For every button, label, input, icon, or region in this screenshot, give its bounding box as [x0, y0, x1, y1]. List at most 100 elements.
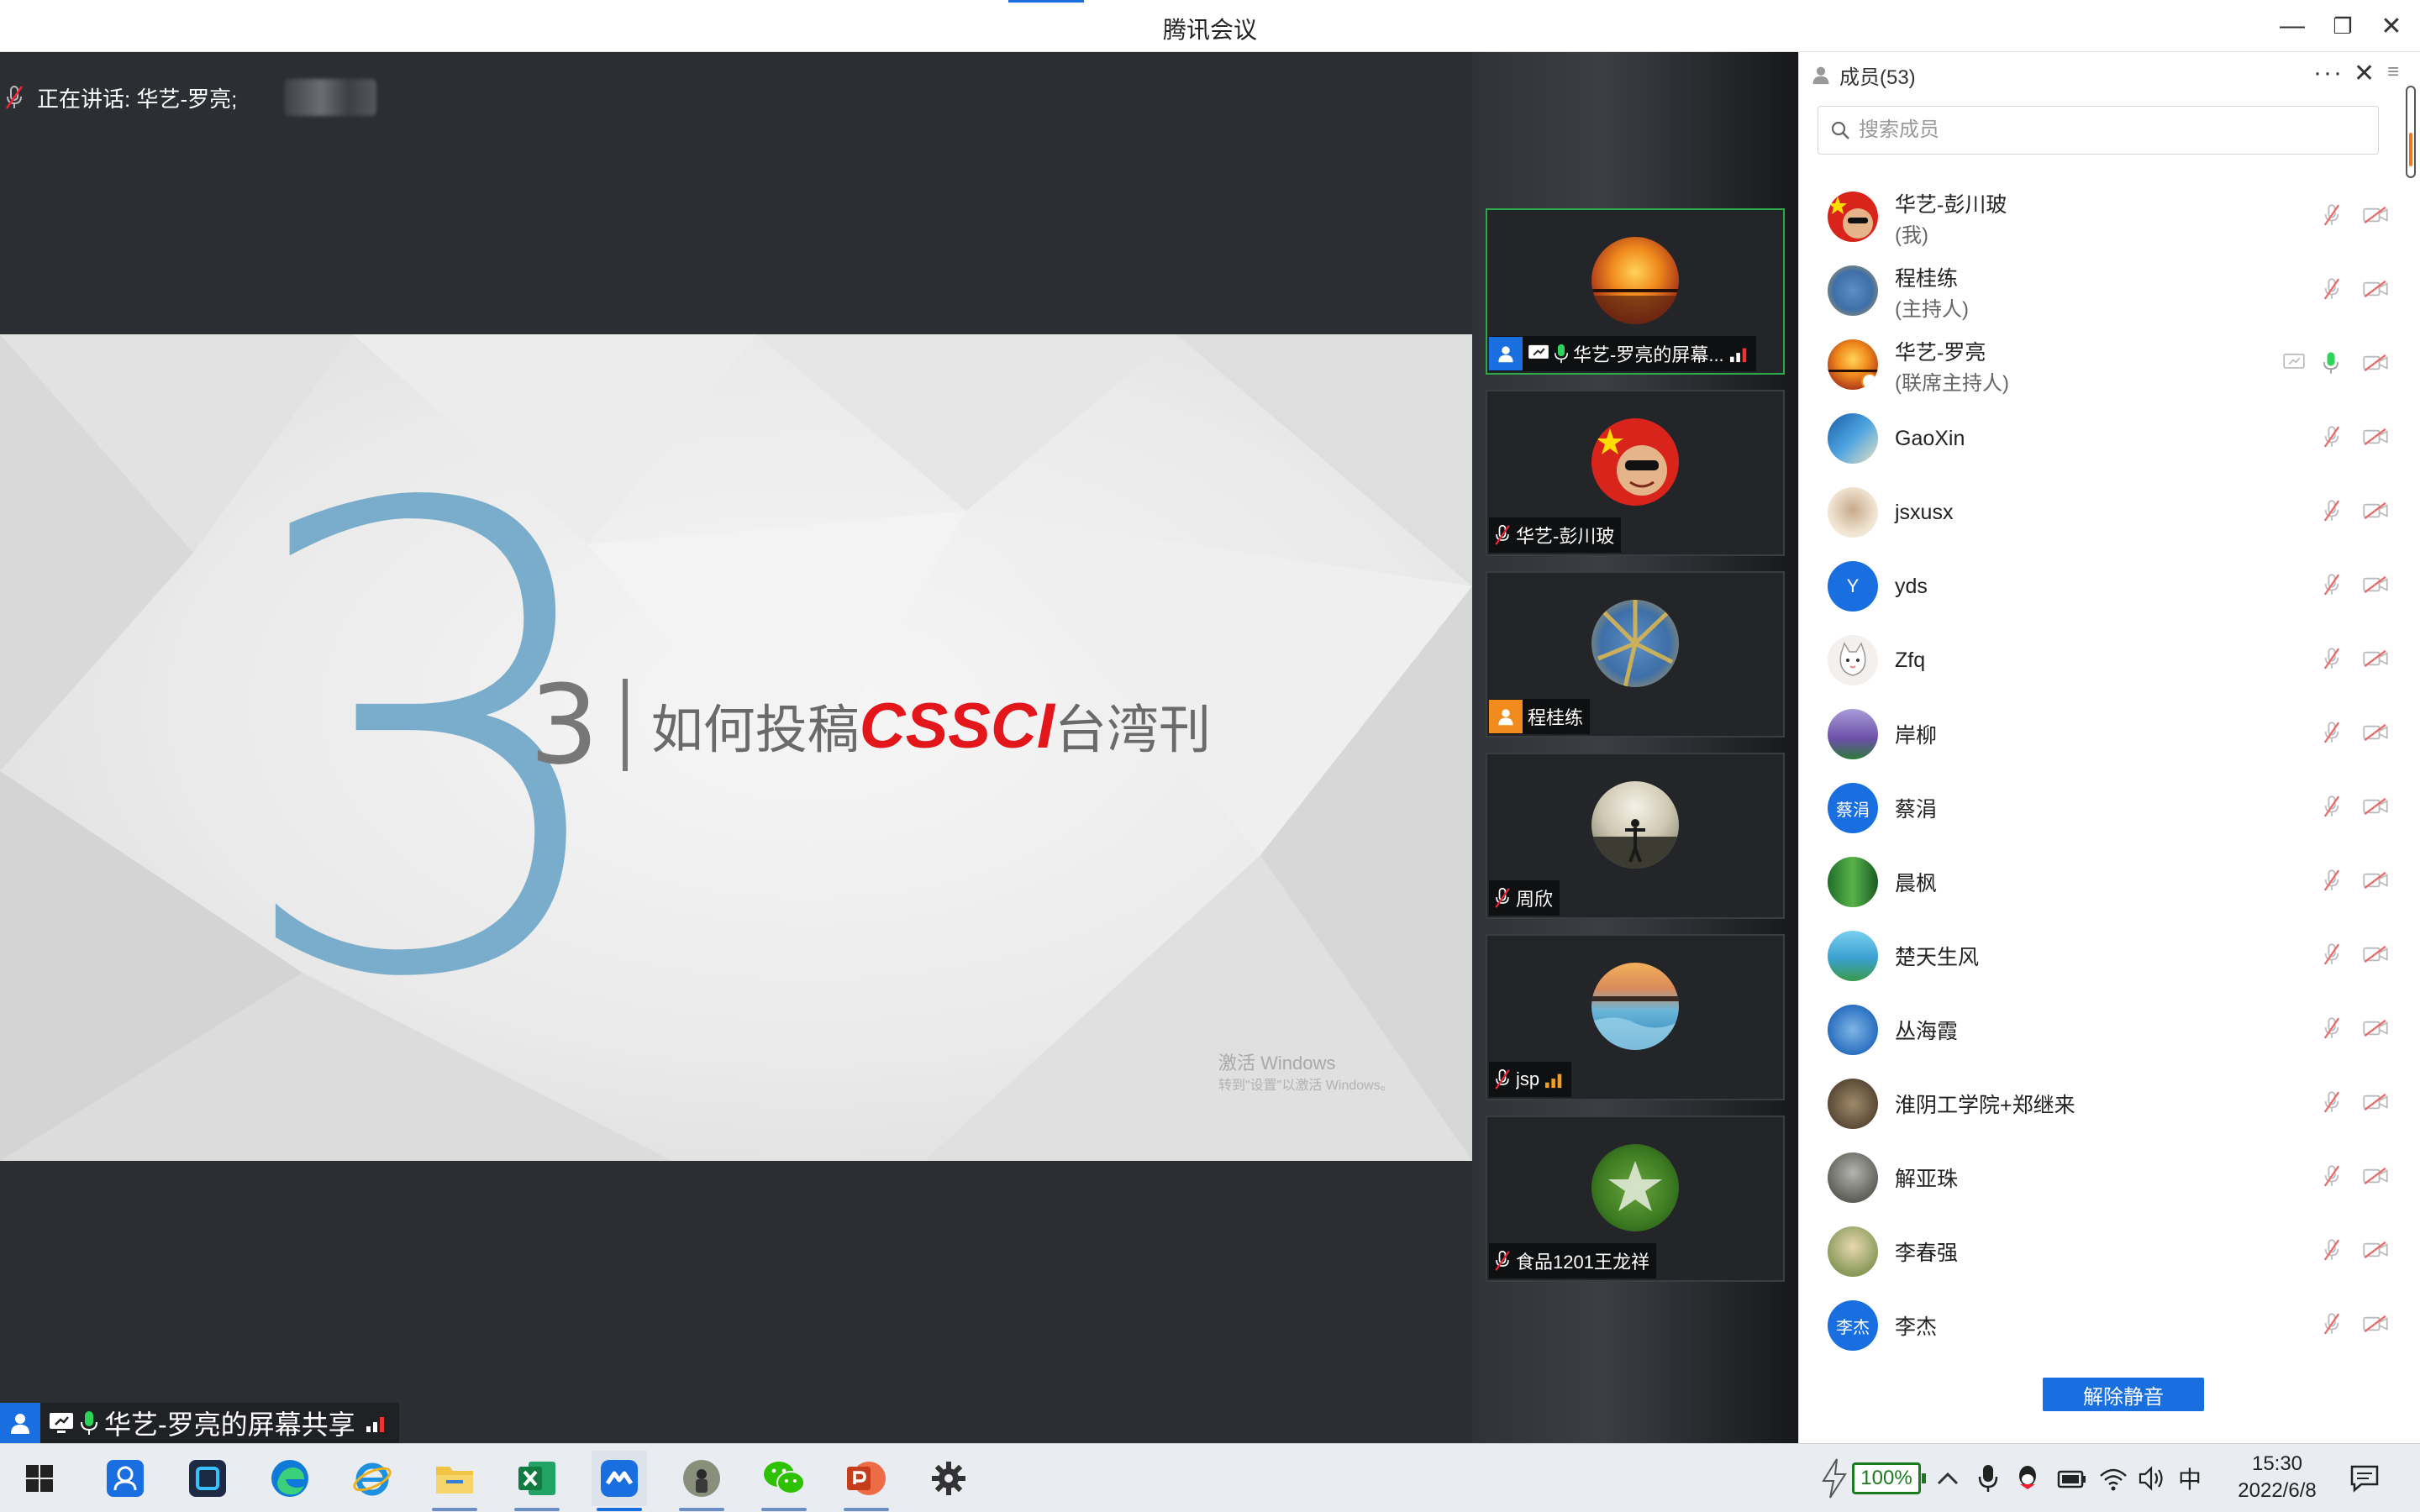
windows-icon: [26, 1465, 53, 1492]
member-row[interactable]: jsxusx: [1799, 475, 2420, 549]
close-button[interactable]: ✕: [2366, 8, 2417, 44]
member-row[interactable]: 程桂练 (主持人): [1799, 254, 2420, 328]
battery-indicator[interactable]: 100%: [1852, 1462, 1926, 1494]
member-row[interactable]: GaoXin: [1799, 402, 2420, 475]
camera-off-icon[interactable]: [2362, 1315, 2389, 1337]
qq-tray-icon[interactable]: [2015, 1444, 2040, 1512]
member-row[interactable]: 李杰 李杰: [1799, 1289, 2420, 1362]
video-tile[interactable]: 程桂练: [1486, 571, 1785, 738]
minimize-button[interactable]: —: [2267, 8, 2317, 44]
camera-off-icon[interactable]: [2362, 501, 2389, 524]
member-row[interactable]: 楚天生风: [1799, 919, 2420, 993]
camera-off-icon[interactable]: [2362, 206, 2389, 228]
speaker-avatar-blur: [284, 79, 377, 116]
camera-off-icon[interactable]: [2362, 871, 2389, 894]
camera-off-icon[interactable]: [2362, 1019, 2389, 1042]
restore-button[interactable]: ❐: [2317, 8, 2368, 44]
member-row[interactable]: 华艺-彭川玻 (我): [1799, 180, 2420, 254]
app-square-icon: [189, 1460, 226, 1497]
video-tile[interactable]: 华艺-彭川玻: [1486, 390, 1785, 556]
member-role: (我): [1895, 224, 1928, 247]
muted-mic-icon[interactable]: [2323, 721, 2340, 748]
tencent-meeting-icon: [601, 1460, 638, 1497]
taskbar-wechat-app[interactable]: [756, 1451, 812, 1511]
member-row[interactable]: 蔡涓 蔡涓: [1799, 771, 2420, 845]
taskbar-edge-app[interactable]: [262, 1451, 318, 1506]
member-row[interactable]: 李春强: [1799, 1215, 2420, 1289]
member-row[interactable]: Yyds: [1799, 549, 2420, 623]
member-row[interactable]: 晨枫: [1799, 845, 2420, 919]
taskbar-powerpoint-app[interactable]: [839, 1451, 894, 1511]
muted-mic-icon[interactable]: [2323, 1016, 2340, 1044]
taskbar-square-app[interactable]: [180, 1451, 235, 1506]
member-name: 华艺-彭川玻: [1895, 193, 2007, 217]
camera-off-icon[interactable]: [2362, 1167, 2389, 1189]
camera-off-icon[interactable]: [2362, 945, 2389, 968]
mic-active-icon[interactable]: [2323, 351, 2338, 379]
microphone-tray-icon[interactable]: [1978, 1444, 1998, 1512]
battery-tray-icon[interactable]: [2057, 1444, 2087, 1512]
camera-off-icon[interactable]: [2362, 649, 2389, 672]
taskbar-tencent-meeting[interactable]: [592, 1451, 647, 1511]
muted-mic-icon[interactable]: [2323, 499, 2340, 527]
volume-icon[interactable]: [2138, 1444, 2166, 1512]
panel-scrollbar[interactable]: [2406, 86, 2416, 178]
video-tile[interactable]: jsp: [1486, 934, 1785, 1100]
more-options-button[interactable]: ···: [2313, 59, 2344, 87]
participant-avatar: [1591, 237, 1679, 324]
member-row[interactable]: 解亚珠: [1799, 1141, 2420, 1215]
camera-off-icon[interactable]: [2362, 280, 2389, 302]
camera-off-icon[interactable]: [2362, 797, 2389, 820]
muted-mic-icon[interactable]: [2323, 425, 2340, 453]
muted-mic-icon[interactable]: [2323, 203, 2340, 231]
camera-off-icon[interactable]: [2362, 1241, 2389, 1263]
member-role: (联席主持人): [1895, 372, 2009, 395]
participant-name: jsp: [1516, 1068, 1540, 1089]
members-title: 成员(53): [1839, 66, 1916, 89]
muted-mic-icon[interactable]: [2323, 795, 2340, 822]
member-name: 蔡涓: [1895, 798, 1938, 822]
member-row[interactable]: Zfq: [1799, 623, 2420, 697]
video-tile[interactable]: 华艺-罗亮的屏幕...: [1486, 208, 1785, 375]
panel-menu-icon[interactable]: ≡: [2387, 60, 2399, 84]
unmute-button[interactable]: 解除静音: [2043, 1378, 2204, 1411]
video-tile[interactable]: 食品1201王龙祥: [1486, 1116, 1785, 1282]
notification-icon[interactable]: [2349, 1444, 2380, 1512]
taskbar-ie-app[interactable]: [345, 1451, 400, 1506]
tile-label: 华艺-彭川玻: [1489, 517, 1622, 553]
video-tile[interactable]: 周欣: [1486, 753, 1785, 919]
camera-off-icon[interactable]: [2362, 723, 2389, 746]
member-row[interactable]: 华艺-罗亮 (联席主持人): [1799, 328, 2420, 402]
member-name: 程桂练: [1895, 267, 1959, 291]
muted-mic-icon[interactable]: [2323, 869, 2340, 896]
windows-start-button[interactable]: [12, 1451, 67, 1506]
ime-indicator[interactable]: 中: [2178, 1444, 2202, 1512]
muted-mic-icon[interactable]: [2323, 942, 2340, 970]
member-row[interactable]: 丛海霞: [1799, 993, 2420, 1067]
muted-mic-icon[interactable]: [2323, 1312, 2340, 1340]
wifi-icon[interactable]: [2099, 1444, 2128, 1512]
camera-off-icon[interactable]: [2362, 1093, 2389, 1116]
muted-mic-icon[interactable]: [2323, 1164, 2340, 1192]
close-panel-button[interactable]: ✕: [2354, 59, 2375, 88]
shared-slide: 3 3 如何投稿CSSCI台湾刊 激活 Windows 转到"设置"以激活 Wi…: [0, 334, 1472, 1161]
muted-mic-icon[interactable]: [2323, 1090, 2340, 1118]
member-row[interactable]: 岸柳: [1799, 697, 2420, 771]
taskbar-excel-app[interactable]: [509, 1451, 565, 1511]
member-row[interactable]: 淮阴工学院+郑继来: [1799, 1067, 2420, 1141]
taskbar-file-explorer[interactable]: [427, 1451, 482, 1511]
muted-mic-icon[interactable]: [2323, 573, 2340, 601]
chevron-up-icon[interactable]: [1936, 1444, 1960, 1512]
camera-off-icon[interactable]: [2362, 428, 2389, 450]
video-strip: 华艺-罗亮的屏幕... 华艺-彭川玻 程桂练 周欣 jsp 食品1201王龙祥: [1472, 52, 1798, 1443]
muted-mic-icon[interactable]: [2323, 647, 2340, 675]
muted-mic-icon[interactable]: [2323, 277, 2340, 305]
camera-off-icon[interactable]: [2362, 354, 2389, 376]
taskbar-settings-app[interactable]: [921, 1451, 976, 1506]
search-input[interactable]: [1859, 118, 2346, 142]
system-clock[interactable]: 15:30 2022/6/8: [2218, 1451, 2336, 1504]
muted-mic-icon[interactable]: [2323, 1238, 2340, 1266]
taskbar-photo-app[interactable]: [674, 1451, 729, 1511]
camera-off-icon[interactable]: [2362, 575, 2389, 598]
taskbar-contacts-app[interactable]: [97, 1451, 153, 1506]
